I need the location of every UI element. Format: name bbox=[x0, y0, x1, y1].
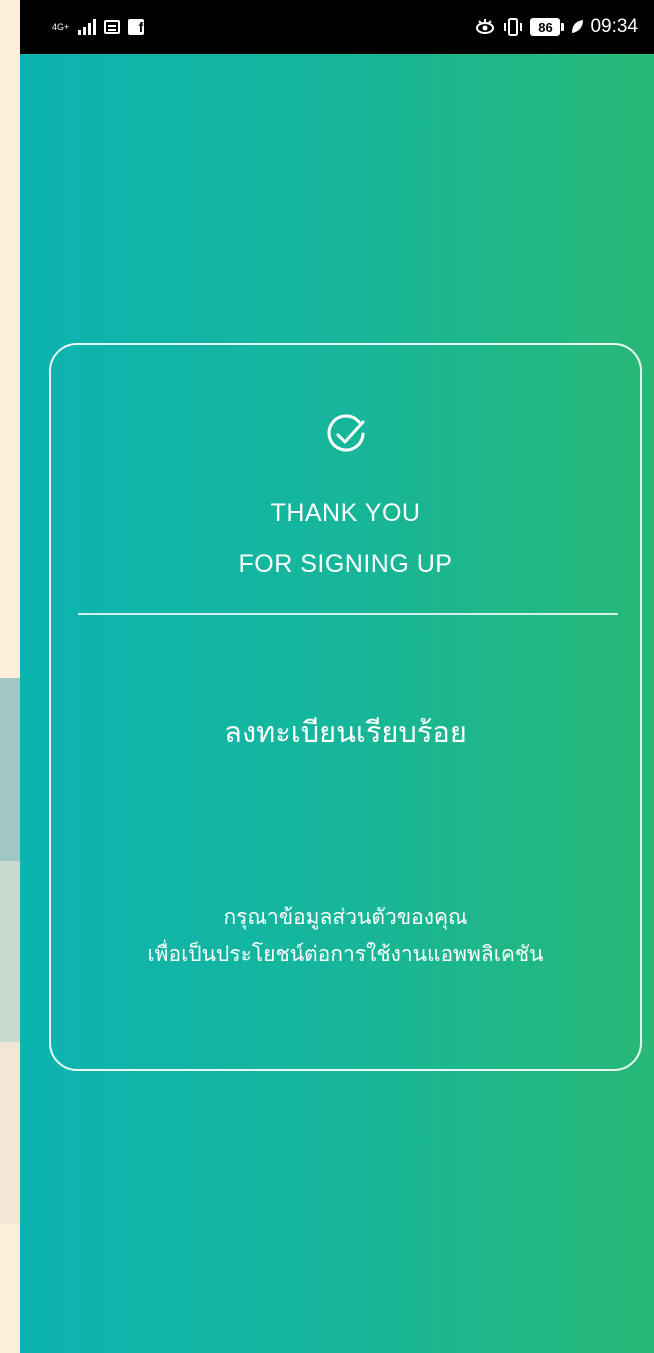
power-saving-leaf-icon bbox=[572, 20, 584, 33]
battery-tip bbox=[561, 23, 565, 31]
status-bar-left: 4G+ f bbox=[52, 0, 145, 54]
message-icon bbox=[104, 20, 121, 34]
status-bar-right: 86 09:34 bbox=[474, 0, 638, 54]
battery-icon: 86 bbox=[530, 18, 561, 36]
clock: 09:34 bbox=[590, 16, 638, 37]
phone-screen: 4G+ f 86 09:34 THANK YOU FOR SIGNING UP … bbox=[20, 0, 654, 1353]
info-text-line-2: เพื่อเป็นประโยชน์ต่อการใช้งานแอพพลิเคชัน bbox=[147, 943, 544, 966]
thank-you-heading: THANK YOU bbox=[270, 499, 421, 527]
signal-icon bbox=[78, 19, 97, 35]
status-bar: 4G+ f 86 09:34 bbox=[20, 0, 654, 54]
vibrate-icon bbox=[504, 18, 523, 36]
signing-up-heading: FOR SIGNING UP bbox=[238, 550, 453, 578]
eye-comfort-icon bbox=[476, 19, 495, 34]
background-strip bbox=[0, 1042, 20, 1224]
info-text-line-1: กรุณาข้อมูลส่วนตัวของคุณ bbox=[223, 906, 468, 929]
network-type: 4G+ bbox=[52, 21, 70, 32]
facebook-icon: f bbox=[128, 19, 145, 35]
signup-success-card: THANK YOU FOR SIGNING UP ลงทะเบียนเรียบร… bbox=[49, 343, 642, 1071]
divider bbox=[78, 613, 618, 615]
check-circle-icon bbox=[327, 414, 365, 452]
registration-complete-text: ลงทะเบียนเรียบร้อย bbox=[224, 717, 467, 749]
background-strip bbox=[0, 678, 20, 861]
background-strip bbox=[0, 861, 20, 1042]
